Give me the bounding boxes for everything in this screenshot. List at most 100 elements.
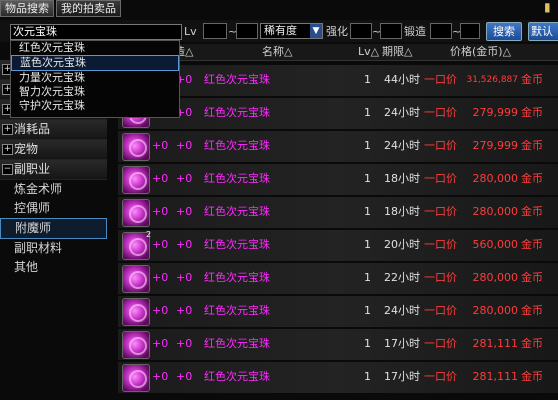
- suggestion-item[interactable]: 守护次元宝珠: [11, 99, 179, 113]
- tab-item-search[interactable]: 物品搜索: [0, 0, 54, 17]
- lv-min-input[interactable]: [203, 23, 227, 39]
- result-row[interactable]: +0 +0 红色次元宝珠 1 18小时 一口价 280,000 金币: [118, 164, 558, 195]
- sidebar-subcategory[interactable]: 炼金术师: [0, 180, 107, 199]
- search-input[interactable]: 次元宝珠: [10, 24, 182, 40]
- item-price: 31,526,887: [466, 75, 518, 85]
- enhance-value: +0: [152, 337, 169, 350]
- item-level: 1: [364, 205, 371, 218]
- tab-my-auctions[interactable]: 我的拍卖品: [56, 0, 121, 17]
- item-price: 280,000: [472, 304, 519, 317]
- result-row[interactable]: +0 +0 红色次元宝珠 1 22小时 一口价 280,000 金币: [118, 263, 558, 294]
- time-left: 17小时: [384, 370, 420, 383]
- result-row[interactable]: +0 +0 红色次元宝珠 1 18小时 一口价 280,000 金币: [118, 197, 558, 228]
- forge-max-input[interactable]: [460, 23, 480, 39]
- item-price: 281,111: [472, 370, 519, 383]
- enhance-value: +0: [152, 139, 169, 152]
- orb-item-icon[interactable]: [122, 331, 150, 359]
- buy-type: 一口价: [424, 238, 457, 251]
- item-level: 1: [364, 370, 371, 383]
- suggestion-item[interactable]: 智力次元宝珠: [11, 85, 179, 99]
- result-row[interactable]: +0 +0 红色次元宝珠 1 17小时 一口价 281,111 金币: [118, 329, 558, 360]
- sidebar-subcategory[interactable]: 副职材料: [0, 239, 107, 258]
- time-left: 20小时: [384, 238, 420, 251]
- result-row[interactable]: +0 +0 红色次元宝珠 1 24小时 一口价 280,000 金币: [118, 296, 558, 327]
- time-left: 24小时: [384, 106, 420, 119]
- search-button[interactable]: 搜索: [486, 22, 522, 41]
- header-name[interactable]: 名称△: [262, 46, 292, 58]
- orb-item-icon[interactable]: [122, 199, 150, 227]
- sidebar-category[interactable]: + 消耗品: [0, 120, 107, 140]
- header-price[interactable]: 价格(金币)△: [450, 46, 511, 58]
- enhance-min-input[interactable]: [350, 23, 372, 39]
- suggestion-item[interactable]: 蓝色次元宝珠: [11, 55, 179, 71]
- price-unit: 金币: [521, 238, 543, 251]
- item-name: 红色次元宝珠: [204, 106, 270, 119]
- item-level: 1: [364, 139, 371, 152]
- orb-item-icon[interactable]: [122, 133, 150, 161]
- result-row[interactable]: +0+0红色次元宝珠144小时一口价31,526,887金币: [118, 65, 558, 96]
- result-row[interactable]: +0+0红色次元宝珠124小时一口价279,999金币: [118, 131, 558, 162]
- header-limit[interactable]: 期限△: [382, 46, 412, 58]
- rarity-value: 稀有度: [264, 24, 297, 37]
- header-lv[interactable]: Lv△: [358, 46, 379, 58]
- result-row[interactable]: 2 +0 +0 红色次元宝珠 1 20小时 一口价 560,000 金币: [118, 230, 558, 261]
- sidebar-category[interactable]: + 宠物: [0, 140, 107, 160]
- orb-item-icon[interactable]: [122, 298, 150, 326]
- expand-icon[interactable]: −: [2, 164, 13, 175]
- sidebar-subcategory[interactable]: 控偶师: [0, 199, 107, 218]
- sidebar-category-label: 消耗品: [14, 122, 51, 136]
- forge-value: +0: [176, 370, 193, 383]
- price-unit: 金币: [521, 172, 543, 185]
- forge-label: 锻造: [404, 25, 426, 38]
- item-name: 红色次元宝珠: [204, 271, 270, 284]
- orb-item-icon[interactable]: [122, 265, 150, 293]
- sidebar-subcategory[interactable]: 其他: [0, 258, 107, 277]
- expand-icon[interactable]: +: [2, 144, 13, 155]
- rarity-select[interactable]: 稀有度 ▼: [260, 23, 323, 39]
- enhance-value: +0: [152, 370, 169, 383]
- lock-icon[interactable]: ▮: [544, 1, 554, 13]
- item-name: 红色次元宝珠: [204, 73, 270, 86]
- time-left: 22小时: [384, 271, 420, 284]
- lv-max-input[interactable]: [236, 23, 258, 39]
- forge-value: +0: [176, 271, 193, 284]
- price-unit: 金币: [521, 271, 543, 284]
- result-row[interactable]: +0 +0 红色次元宝珠 1 17小时 一口价 281,111 金币: [118, 362, 558, 393]
- orb-item-icon[interactable]: [122, 166, 150, 194]
- item-price: 279,999: [472, 139, 519, 152]
- forge-value: +0: [176, 139, 193, 152]
- sidebar-subcategory[interactable]: 附魔师: [0, 218, 107, 239]
- item-price: 279,999: [472, 106, 519, 119]
- lv-label: Lv: [184, 25, 197, 38]
- forge-value: +0: [176, 304, 193, 317]
- buy-type: 一口价: [424, 271, 457, 284]
- item-price: 280,000: [472, 172, 519, 185]
- enhance-value: +0: [152, 238, 169, 251]
- item-price: 560,000: [472, 238, 519, 251]
- forge-value: +0: [176, 172, 193, 185]
- chevron-down-icon[interactable]: ▼: [310, 24, 322, 38]
- quantity-badge: 2: [146, 230, 152, 239]
- forge-value: +0: [176, 238, 193, 251]
- item-name: 红色次元宝珠: [204, 304, 270, 317]
- default-button[interactable]: 默认: [528, 22, 558, 41]
- suggestion-item[interactable]: 力量次元宝珠: [11, 71, 179, 85]
- enhance-max-input[interactable]: [380, 23, 402, 39]
- search-toolbar: 次元宝珠 Lv ~ 稀有度 ▼ 强化 ~ 锻造 ~ 搜索 默认: [0, 20, 558, 42]
- sidebar-category[interactable]: − 副职业: [0, 160, 107, 180]
- item-price: 281,111: [472, 337, 519, 350]
- enhance-value: +0: [152, 205, 169, 218]
- result-row[interactable]: +0+0红色次元宝珠124小时一口价279,999金币: [118, 98, 558, 129]
- item-name: 红色次元宝珠: [204, 139, 270, 152]
- item-name: 红色次元宝珠: [204, 238, 270, 251]
- item-name: 红色次元宝珠: [204, 370, 270, 383]
- item-price: 280,000: [472, 205, 519, 218]
- enhance-label: 强化: [326, 25, 348, 38]
- price-unit: 金币: [521, 370, 543, 383]
- expand-icon[interactable]: +: [2, 124, 13, 135]
- price-unit: 金币: [521, 337, 543, 350]
- enhance-value: +0: [152, 172, 169, 185]
- orb-item-icon[interactable]: [122, 364, 150, 392]
- forge-min-input[interactable]: [430, 23, 452, 39]
- suggestion-item[interactable]: 红色次元宝珠: [11, 41, 179, 55]
